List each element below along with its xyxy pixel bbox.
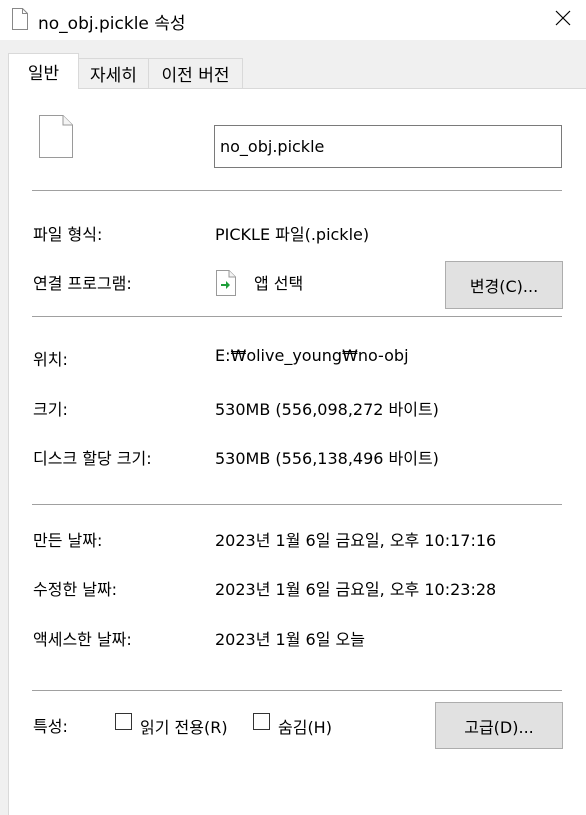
advanced-button-label: 고급(D)... <box>464 717 534 737</box>
close-button[interactable] <box>546 4 580 36</box>
size-label: 크기: <box>33 400 68 419</box>
readonly-checkbox[interactable] <box>115 713 132 730</box>
tab-label: 자세히 <box>90 66 137 86</box>
separator <box>32 190 562 191</box>
tab-label: 이전 버전 <box>161 66 230 86</box>
tab-general[interactable]: 일반 <box>8 53 79 89</box>
hidden-checkbox[interactable] <box>253 713 270 730</box>
file-type-value: PICKLE 파일(.pickle) <box>215 225 370 244</box>
location-value: E:₩olive_young₩no-obj <box>215 346 409 365</box>
file-type-label: 파일 형식: <box>33 225 103 244</box>
separator <box>32 690 562 691</box>
created-label: 만든 날짜: <box>33 531 103 550</box>
modified-label: 수정한 날짜: <box>33 580 118 599</box>
modified-value: 2023년 1월 6일 금요일, 오후 10:23:28 <box>215 580 497 599</box>
accessed-value: 2023년 1월 6일 오늘 <box>215 630 365 649</box>
created-value: 2023년 1월 6일 금요일, 오후 10:17:16 <box>215 531 497 550</box>
separator <box>32 316 562 317</box>
close-icon <box>555 10 571 30</box>
size-on-disk-label: 디스크 할당 크기: <box>33 449 152 468</box>
advanced-button[interactable]: 고급(D)... <box>435 702 563 749</box>
change-button[interactable]: 변경(C)... <box>445 261 563 309</box>
file-name-input[interactable] <box>214 125 562 168</box>
separator <box>32 504 562 505</box>
attributes-label: 특성: <box>33 717 68 736</box>
accessed-label: 액세스한 날짜: <box>33 630 132 649</box>
tab-details[interactable]: 자세히 <box>78 58 149 88</box>
file-icon <box>12 8 28 34</box>
opens-with-label: 연결 프로그램: <box>33 274 132 293</box>
size-value: 530MB (556,098,272 바이트) <box>215 400 439 419</box>
size-on-disk-value: 530MB (556,138,496 바이트) <box>215 449 439 468</box>
hidden-label[interactable]: 숨김(H) <box>278 714 332 738</box>
window-title: no_obj.pickle 속성 <box>38 14 186 34</box>
title-bar: no_obj.pickle 속성 <box>0 0 586 40</box>
tab-previous-versions[interactable]: 이전 버전 <box>148 58 243 88</box>
change-button-label: 변경(C)... <box>469 277 539 296</box>
tab-label: 일반 <box>27 64 60 84</box>
location-label: 위치: <box>33 350 68 369</box>
readonly-label[interactable]: 읽기 전용(R) <box>140 714 228 738</box>
file-icon <box>39 115 73 162</box>
app-select-icon <box>216 270 236 300</box>
opens-with-value: 앱 선택 <box>254 274 304 293</box>
